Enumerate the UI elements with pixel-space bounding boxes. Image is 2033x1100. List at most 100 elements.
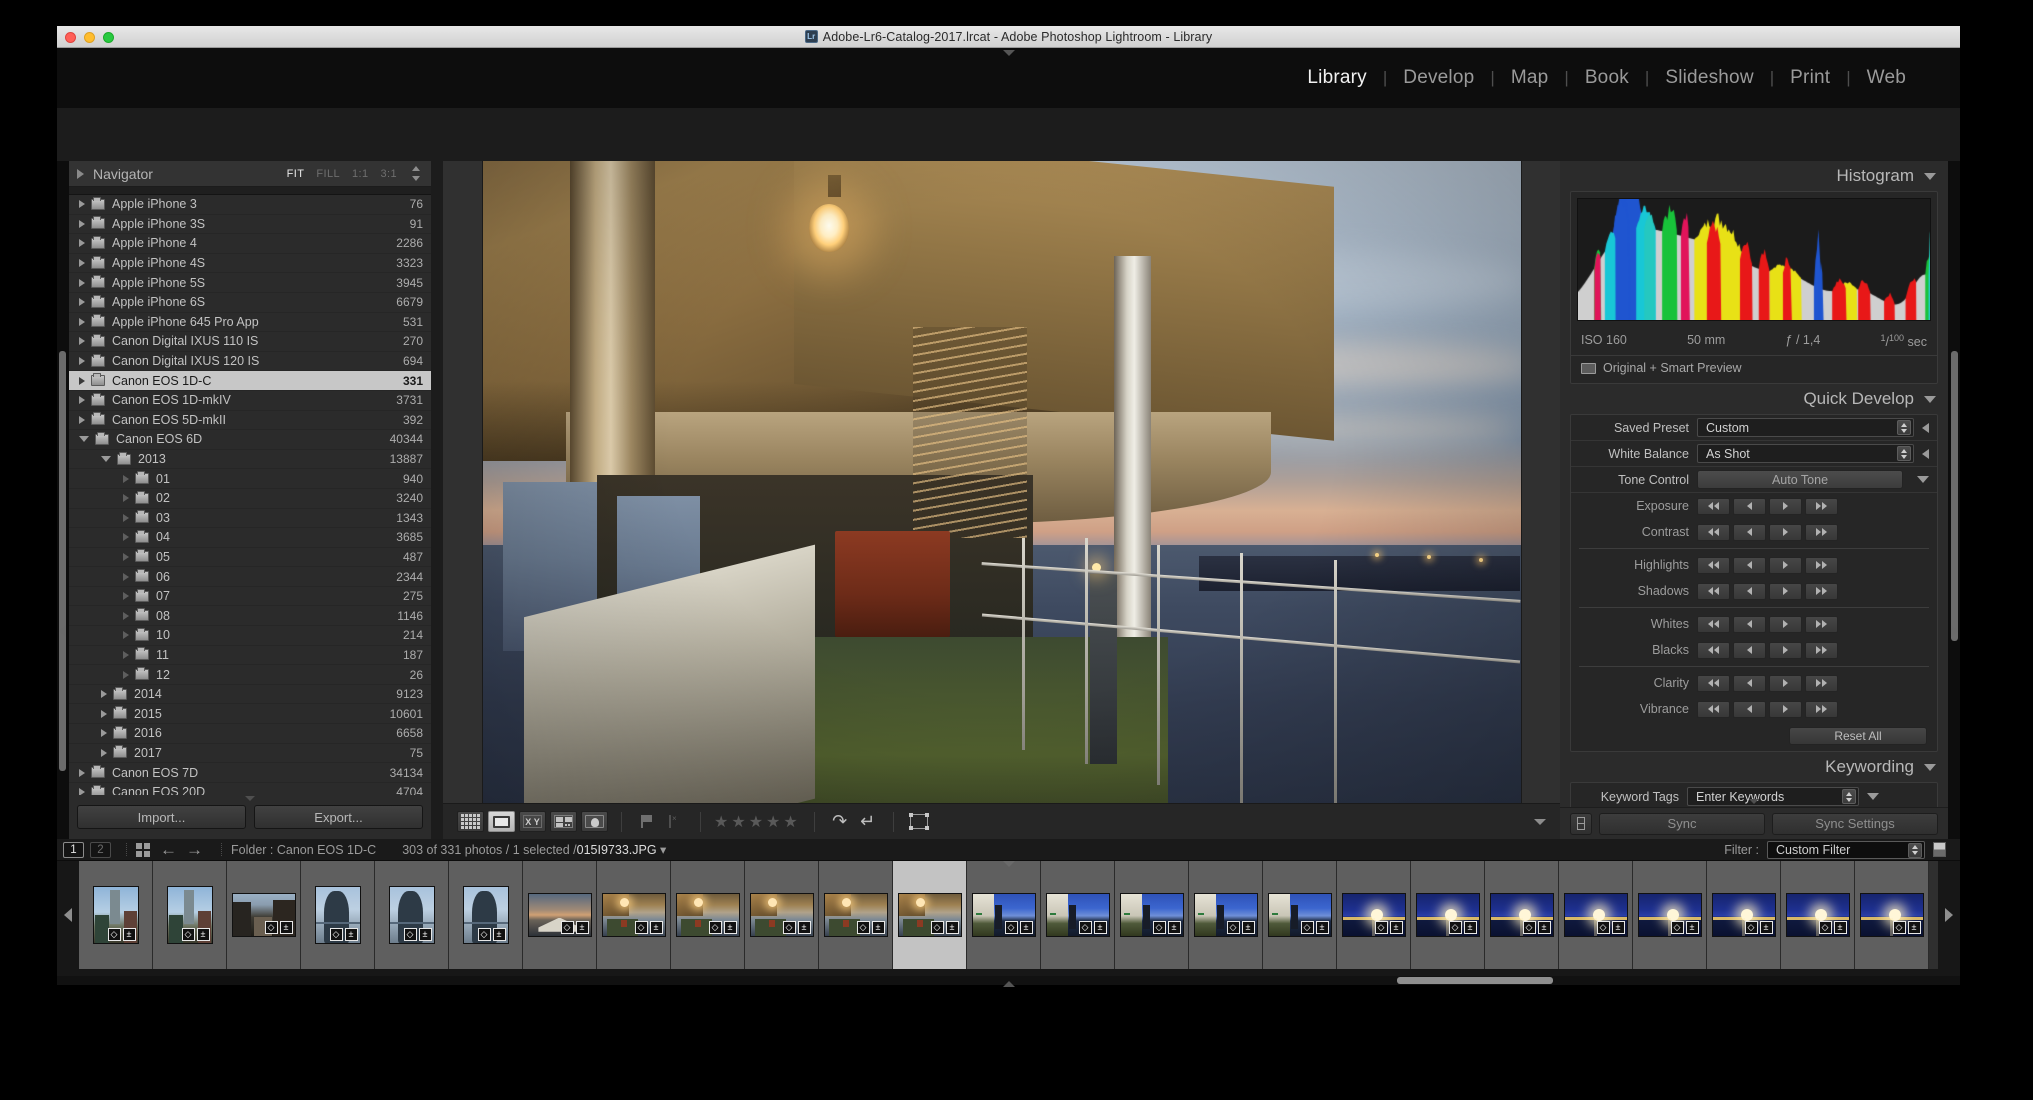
folder-twisty-icon[interactable]	[79, 220, 85, 228]
folder-twisty-icon[interactable]	[123, 553, 129, 561]
folder-row[interactable]: Canon EOS 7D34134	[69, 763, 431, 783]
folder-twisty-icon[interactable]	[123, 573, 129, 581]
develop-badge-icon[interactable]: ±	[345, 928, 358, 941]
module-map[interactable]: Map	[1495, 67, 1565, 89]
left-panel-scrollbar[interactable]	[59, 351, 66, 771]
filmstrip-thumbnail[interactable]: ◇±	[745, 861, 819, 969]
folder-twisty-icon[interactable]	[79, 377, 85, 385]
increase-large-button[interactable]	[1805, 701, 1838, 718]
white-balance-reset-icon[interactable]	[1922, 449, 1929, 459]
filmstrip-thumbnail[interactable]: ◇±	[449, 861, 523, 969]
loupe-image-stage[interactable]	[443, 161, 1560, 803]
increase-large-button[interactable]	[1805, 524, 1838, 541]
develop-badge-icon[interactable]: ±	[724, 921, 737, 934]
keyword-badge-icon[interactable]: ◇	[330, 928, 343, 941]
keyword-badge-icon[interactable]: ◇	[635, 921, 648, 934]
folder-tree[interactable]: Apple iPhone 376Apple iPhone 3S91Apple i…	[69, 195, 431, 795]
auto-sync-toggle[interactable]	[1570, 813, 1592, 835]
folder-row[interactable]: 031343	[69, 509, 431, 529]
filmstrip-scroll-right[interactable]	[1938, 861, 1960, 969]
filmstrip-thumbnails[interactable]: ◇±◇±◇±◇±◇±◇±◇±◇±◇±◇±◇±◇±◇±◇±◇±◇±◇±◇±◇±◇±…	[79, 861, 1938, 969]
folder-row[interactable]: Canon EOS 20D4704	[69, 783, 431, 795]
folder-row[interactable]: 07275	[69, 587, 431, 607]
filmstrip-thumbnail[interactable]: ◇±	[1855, 861, 1929, 969]
folder-row[interactable]: 1226	[69, 665, 431, 685]
rotate-left-button[interactable]: ↵	[856, 811, 880, 832]
folder-row[interactable]: 20166658	[69, 724, 431, 744]
develop-badge-icon[interactable]: ±	[798, 921, 811, 934]
filmstrip-thumbnail[interactable]: ◇±	[153, 861, 227, 969]
folder-twisty-icon[interactable]	[123, 671, 129, 679]
folder-row[interactable]: Apple iPhone 6S6679	[69, 293, 431, 313]
keyword-badge-icon[interactable]: ◇	[1005, 921, 1018, 934]
develop-badge-icon[interactable]: ±	[1834, 921, 1847, 934]
keyword-badge-icon[interactable]: ◇	[478, 928, 491, 941]
develop-badge-icon[interactable]: ±	[650, 921, 663, 934]
filmstrip-thumbnail[interactable]: ◇±	[1633, 861, 1707, 969]
keyword-badge-icon[interactable]: ◇	[108, 928, 121, 941]
reset-all-button[interactable]: Reset All	[1789, 727, 1927, 745]
saved-preset-select[interactable]: Custom	[1697, 418, 1914, 437]
rating-stars[interactable]: ★★★★★	[714, 812, 801, 832]
increase-large-button[interactable]	[1805, 642, 1838, 659]
folder-row[interactable]: 062344	[69, 567, 431, 587]
loupe-view-button[interactable]	[488, 811, 515, 832]
folder-row[interactable]: 201775	[69, 744, 431, 764]
folder-row[interactable]: 05487	[69, 548, 431, 568]
decrease-large-button[interactable]	[1697, 701, 1730, 718]
develop-badge-icon[interactable]: ±	[1760, 921, 1773, 934]
folder-row[interactable]: Canon EOS 6D40344	[69, 430, 431, 450]
folder-row[interactable]: Canon EOS 1D-mkIV3731	[69, 391, 431, 411]
navigator-disclosure-icon[interactable]	[77, 169, 84, 179]
filmstrip-thumbnail[interactable]: ◇±	[301, 861, 375, 969]
left-panel-collapse-handle[interactable]	[58, 601, 69, 661]
folder-twisty-icon[interactable]	[101, 690, 107, 698]
keyword-badge-icon[interactable]: ◇	[931, 921, 944, 934]
histogram-header[interactable]: Histogram	[1560, 161, 1948, 191]
keyword-tags-select[interactable]: Enter Keywords	[1687, 787, 1859, 806]
folder-row[interactable]: 01940	[69, 469, 431, 489]
navigator-zoom-1-1[interactable]: 1:1	[352, 168, 369, 180]
develop-badge-icon[interactable]: ±	[576, 921, 589, 934]
keyword-badge-icon[interactable]: ◇	[1375, 921, 1388, 934]
sync-settings-button[interactable]: Sync Settings	[1772, 813, 1938, 835]
decrease-button[interactable]	[1733, 498, 1766, 515]
people-view-button[interactable]	[581, 811, 608, 832]
filmstrip-thumbnail[interactable]: ◇±	[523, 861, 597, 969]
right-panel-bottom-arrow[interactable]	[1749, 799, 1759, 804]
filmstrip-top-arrow[interactable]	[1003, 861, 1015, 867]
filter-select[interactable]: Custom Filter	[1767, 841, 1925, 859]
folder-twisty-icon[interactable]	[79, 357, 85, 365]
keyword-badge-icon[interactable]: ◇	[561, 921, 574, 934]
flag-pick-button[interactable]	[635, 811, 659, 832]
saved-preset-reset-icon[interactable]	[1922, 423, 1929, 433]
folder-twisty-icon[interactable]	[123, 494, 129, 502]
folder-row[interactable]: Apple iPhone 4S3323	[69, 254, 431, 274]
decrease-large-button[interactable]	[1697, 498, 1730, 515]
folder-twisty-icon[interactable]	[101, 456, 111, 462]
minimize-button[interactable]	[84, 32, 95, 43]
develop-badge-icon[interactable]: ±	[872, 921, 885, 934]
white-balance-select[interactable]: As Shot	[1697, 444, 1914, 463]
folder-twisty-icon[interactable]	[79, 436, 89, 442]
increase-button[interactable]	[1769, 675, 1802, 692]
folder-twisty-icon[interactable]	[79, 298, 85, 306]
folder-row[interactable]: 201510601	[69, 704, 431, 724]
increase-large-button[interactable]	[1805, 675, 1838, 692]
folder-twisty-icon[interactable]	[79, 200, 85, 208]
keyword-badge-icon[interactable]: ◇	[265, 921, 278, 934]
navigator-zoom-fill[interactable]: FILL	[316, 168, 340, 180]
keywording-collapse-icon[interactable]	[1924, 764, 1936, 771]
develop-badge-icon[interactable]: ±	[1242, 921, 1255, 934]
keyword-badge-icon[interactable]: ◇	[1079, 921, 1092, 934]
keyword-badge-icon[interactable]: ◇	[1597, 921, 1610, 934]
develop-badge-icon[interactable]: ±	[1390, 921, 1403, 934]
develop-badge-icon[interactable]: ±	[1094, 921, 1107, 934]
toolbar-options-arrow[interactable]	[1534, 819, 1546, 825]
top-panel-toggle-arrow[interactable]	[1003, 50, 1015, 56]
increase-large-button[interactable]	[1805, 498, 1838, 515]
folder-twisty-icon[interactable]	[101, 710, 107, 718]
histogram-collapse-icon[interactable]	[1924, 173, 1936, 180]
decrease-large-button[interactable]	[1697, 616, 1730, 633]
folder-twisty-icon[interactable]	[79, 788, 85, 795]
